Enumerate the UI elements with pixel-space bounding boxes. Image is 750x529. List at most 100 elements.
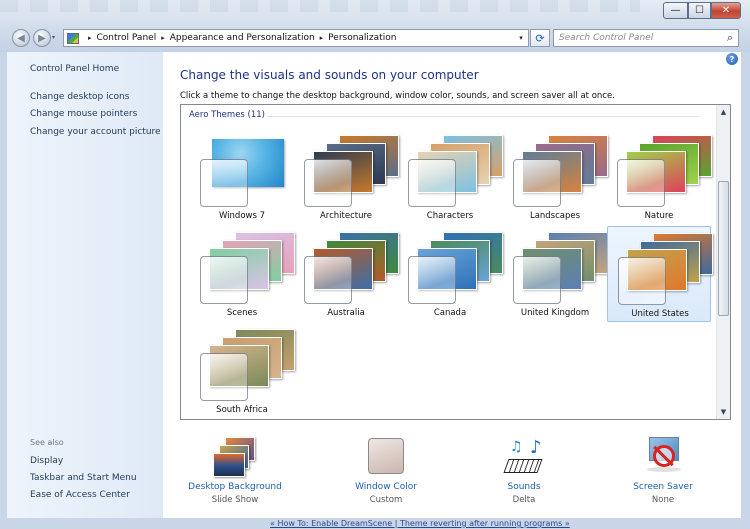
- sidebar: Control Panel Home Change desktop icons …: [7, 52, 163, 518]
- theme-preview: [294, 129, 399, 209]
- sounds-link[interactable]: Sounds: [469, 482, 579, 492]
- theme-list-scrollbar[interactable]: ▲ ▼: [716, 105, 730, 419]
- theme-characters[interactable]: Characters: [398, 129, 503, 225]
- theme-window-color-swatch: [200, 353, 248, 401]
- theme-south-africa[interactable]: South Africa: [190, 323, 295, 419]
- breadcrumb-control-panel[interactable]: Control Panel: [97, 33, 157, 43]
- address-dropdown-icon[interactable]: ▾: [514, 34, 528, 42]
- scroll-up-icon[interactable]: ▲: [717, 105, 730, 119]
- search-icon[interactable]: ⌕: [722, 31, 738, 45]
- theme-preview: [190, 323, 295, 403]
- window-frame-left: [0, 52, 7, 529]
- background-bleed: [0, 0, 640, 12]
- breadcrumb-separator[interactable]: ▸: [88, 34, 92, 42]
- screen-saver-link[interactable]: Screen Saver: [608, 482, 718, 492]
- theme-window-color-swatch: [513, 159, 561, 207]
- window-color-link[interactable]: Window Color: [331, 482, 441, 492]
- theme-name: Architecture: [319, 211, 373, 221]
- breadcrumb-separator[interactable]: ▸: [320, 34, 324, 42]
- theme-preview: [398, 129, 503, 209]
- theme-window-color-swatch: [200, 159, 248, 207]
- theme-name: Canada: [433, 308, 467, 318]
- window-color-icon[interactable]: [366, 437, 406, 477]
- control-panel-icon: [67, 32, 79, 44]
- desktop-background-link[interactable]: Desktop Background: [180, 482, 290, 492]
- breadcrumb-separator[interactable]: ▸: [161, 34, 165, 42]
- minimize-button[interactable]: —: [663, 2, 688, 19]
- sounds-setting[interactable]: ♪ ♫ Sounds Delta: [469, 437, 579, 505]
- theme-name: Landscapes: [529, 211, 581, 221]
- theme-window-color-swatch: [513, 256, 561, 304]
- theme-landscapes[interactable]: Landscapes: [503, 129, 608, 225]
- theme-name: Scenes: [226, 308, 258, 318]
- theme-name: United States: [631, 309, 689, 319]
- search-box[interactable]: ⌕: [553, 29, 739, 47]
- theme-united-states[interactable]: United States: [607, 226, 713, 322]
- theme-nature[interactable]: Nature: [607, 129, 712, 225]
- sounds-icon[interactable]: ♪ ♫: [503, 437, 544, 477]
- sidebar-link-control-panel-home[interactable]: Control Panel Home: [30, 64, 119, 74]
- theme-window-color-swatch: [200, 256, 248, 304]
- theme-name: Nature: [644, 211, 674, 221]
- theme-australia[interactable]: Australia: [294, 226, 399, 322]
- sidebar-link-taskbar[interactable]: Taskbar and Start Menu: [30, 473, 137, 483]
- window-color-setting[interactable]: Window Color Custom: [331, 437, 441, 505]
- refresh-button[interactable]: ⟳: [530, 29, 550, 47]
- theme-preview: [607, 129, 712, 209]
- sounds-value: Delta: [512, 495, 536, 505]
- window-color-value: Custom: [369, 495, 403, 505]
- back-button[interactable]: ◀: [12, 29, 30, 47]
- forward-button[interactable]: ▶: [33, 29, 51, 47]
- sidebar-link-ease-of-access[interactable]: Ease of Access Center: [30, 490, 130, 500]
- recent-pages-button[interactable]: ▾: [52, 34, 60, 42]
- theme-architecture[interactable]: Architecture: [294, 129, 399, 225]
- theme-preview: [503, 129, 608, 209]
- see-also-label: See also: [30, 438, 64, 447]
- theme-window-color-swatch: [617, 159, 665, 207]
- theme-name: Australia: [327, 308, 365, 318]
- page-footer-links[interactable]: « How To: Enable DreamScene | Theme reve…: [270, 519, 620, 529]
- theme-name: South Africa: [216, 405, 268, 415]
- desktop-background-setting[interactable]: Desktop Background Slide Show: [180, 437, 290, 505]
- theme-name: Windows 7: [218, 211, 266, 221]
- screen-saver-setting[interactable]: Screen Saver None: [608, 437, 718, 505]
- theme-scenes[interactable]: Scenes: [190, 226, 295, 322]
- breadcrumb-appearance[interactable]: Appearance and Personalization: [170, 33, 315, 43]
- sidebar-link-mouse-pointers[interactable]: Change mouse pointers: [30, 109, 137, 119]
- maximize-button[interactable]: ☐: [688, 2, 711, 19]
- scroll-thumb[interactable]: [718, 181, 729, 316]
- theme-list[interactable]: Aero Themes (11) Windows 7 Architecture Ch…: [180, 104, 731, 420]
- page-title: Change the visuals and sounds on your co…: [180, 68, 479, 82]
- theme-name: United Kingdom: [520, 308, 590, 318]
- theme-name: Characters: [426, 211, 474, 221]
- sidebar-link-desktop-icons[interactable]: Change desktop icons: [30, 92, 129, 102]
- sidebar-link-account-picture[interactable]: Change your account picture: [30, 127, 161, 137]
- theme-group-label: Aero Themes (11): [189, 110, 266, 120]
- address-bar[interactable]: ▸ Control Panel ▸ Appearance and Persona…: [63, 29, 529, 47]
- screen-saver-icon[interactable]: [643, 437, 683, 477]
- theme-preview: [608, 227, 713, 307]
- close-button[interactable]: ✕: [711, 2, 741, 19]
- scroll-down-icon[interactable]: ▼: [717, 405, 730, 419]
- theme-window-color-swatch: [304, 159, 352, 207]
- search-input[interactable]: [554, 33, 722, 43]
- theme-canada[interactable]: Canada: [398, 226, 503, 322]
- theme-window-color-swatch: [304, 256, 352, 304]
- theme-window-color-swatch: [408, 256, 456, 304]
- theme-preview: [190, 226, 295, 306]
- sidebar-link-display[interactable]: Display: [30, 456, 63, 466]
- screen-saver-value: None: [651, 495, 675, 505]
- desktop-background-value: Slide Show: [211, 495, 259, 505]
- theme-windows-7[interactable]: Windows 7: [190, 129, 294, 225]
- theme-preview: [398, 226, 503, 306]
- window-frame-right: [741, 52, 750, 529]
- theme-preview: [294, 226, 399, 306]
- breadcrumb-personalization[interactable]: Personalization: [328, 33, 396, 43]
- page-description: Click a theme to change the desktop back…: [180, 91, 615, 101]
- theme-united-kingdom[interactable]: United Kingdom: [503, 226, 608, 322]
- help-icon[interactable]: ?: [726, 53, 738, 65]
- desktop-background-icon[interactable]: [213, 437, 255, 477]
- theme-window-color-swatch: [408, 159, 456, 207]
- theme-preview: [190, 129, 294, 209]
- theme-window-color-swatch: [618, 257, 666, 305]
